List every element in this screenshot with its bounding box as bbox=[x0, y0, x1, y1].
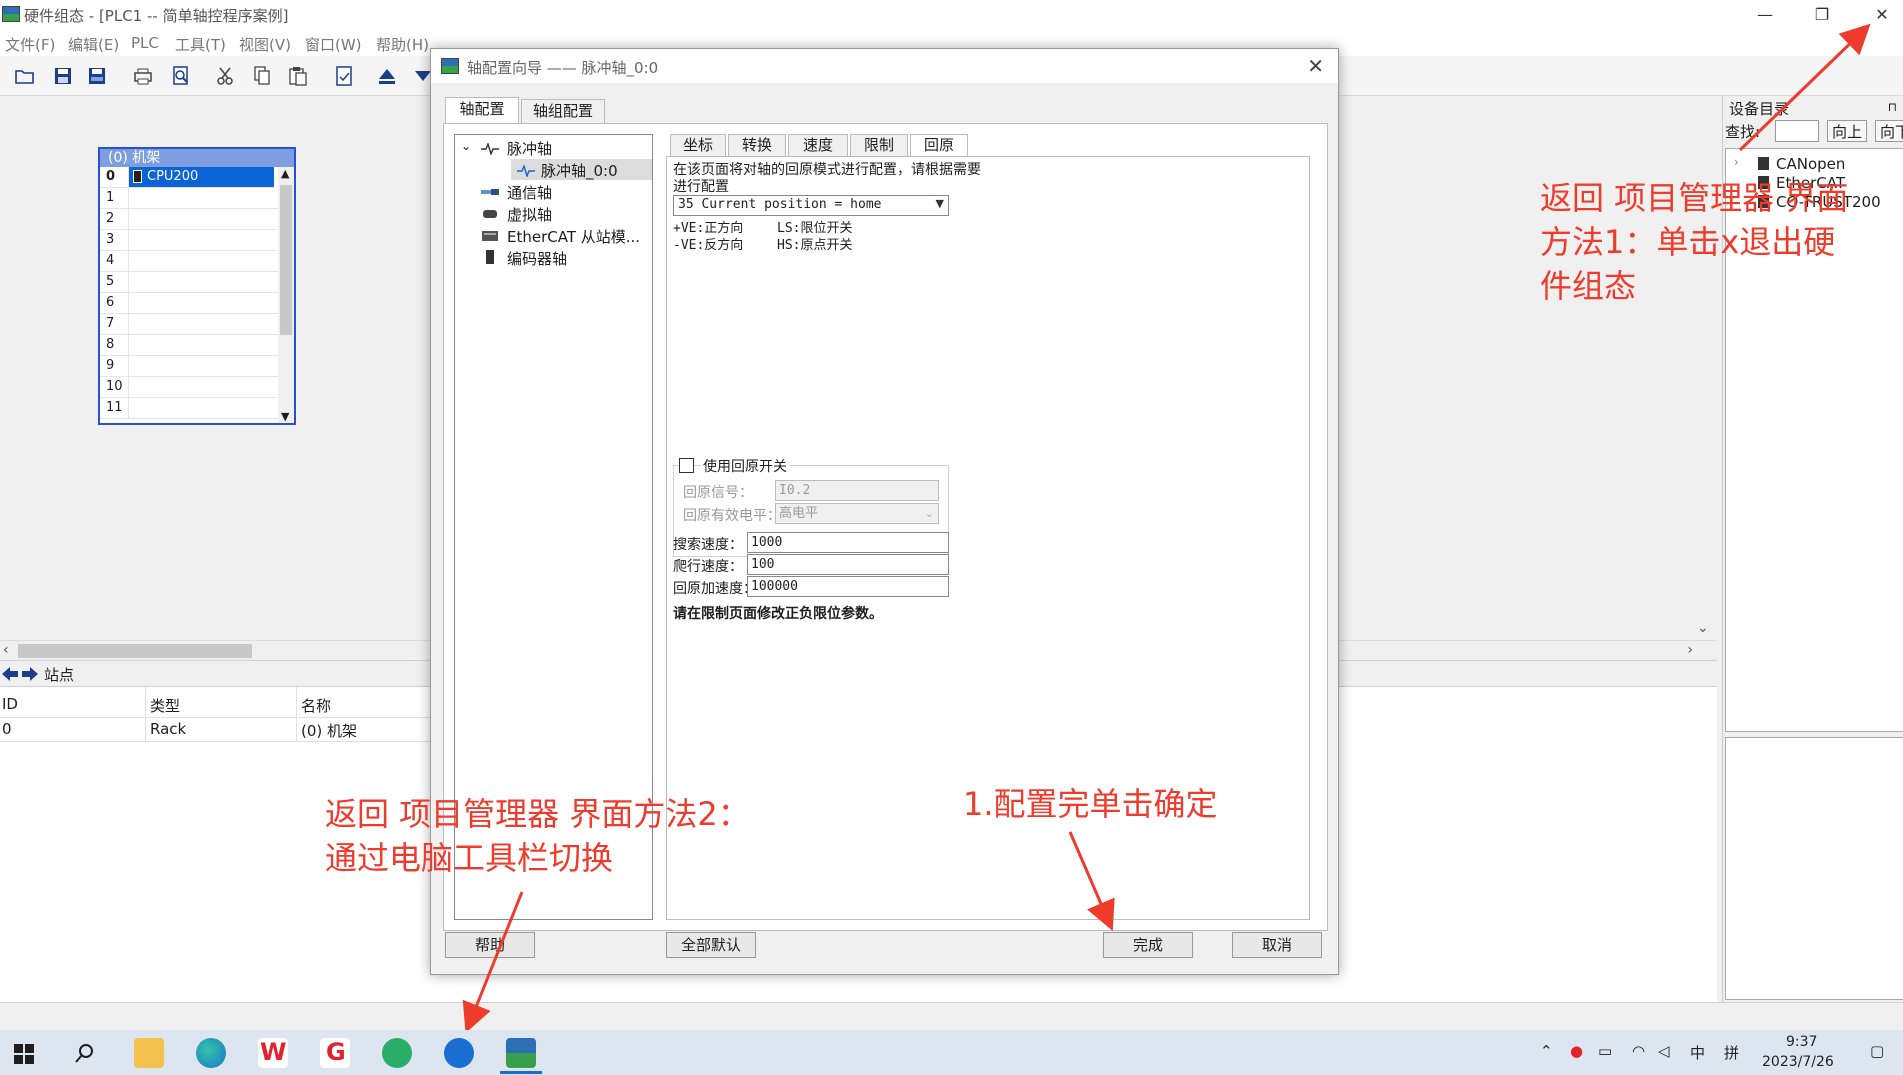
tray-expand-icon[interactable]: ⌃ bbox=[1540, 1042, 1553, 1060]
edge-browser-icon[interactable] bbox=[196, 1038, 226, 1068]
annotation-arrows bbox=[462, 23, 1871, 1034]
wechat-icon[interactable] bbox=[382, 1038, 412, 1068]
arrow-to-taskbar-icon bbox=[462, 891, 524, 1034]
active-app-indicator bbox=[500, 1071, 542, 1074]
wifi-icon[interactable]: ◠ bbox=[1632, 1042, 1645, 1060]
notification-icon[interactable]: ▢ bbox=[1870, 1042, 1884, 1060]
hardware-config-app-icon[interactable] bbox=[506, 1038, 536, 1068]
ime-indicator[interactable]: 中 bbox=[1690, 1042, 1705, 1063]
clock-date[interactable]: 2023/7/26 bbox=[1762, 1054, 1834, 1070]
file-explorer-icon[interactable] bbox=[134, 1038, 164, 1068]
arrow-to-close-icon bbox=[1738, 23, 1871, 152]
red-app-icon[interactable]: G bbox=[320, 1038, 350, 1068]
search-icon[interactable] bbox=[74, 1042, 96, 1064]
wps-icon[interactable]: W bbox=[258, 1038, 288, 1068]
ime-mode-indicator[interactable]: 拼 bbox=[1724, 1042, 1739, 1063]
windows-start-icon[interactable] bbox=[14, 1044, 34, 1064]
windows-taskbar: W G ⌃ ● ▭ ◠ ◁ 中 拼 9:37 2023/7/26 ▢ bbox=[0, 1030, 1903, 1075]
arrow-to-finish-icon bbox=[1068, 831, 1115, 932]
globe-app-icon[interactable] bbox=[444, 1038, 474, 1068]
clock-time[interactable]: 9:37 bbox=[1786, 1034, 1817, 1050]
battery-icon[interactable]: ▭ bbox=[1598, 1042, 1612, 1060]
qq-icon[interactable]: ● bbox=[1570, 1042, 1583, 1060]
volume-icon[interactable]: ◁ bbox=[1658, 1042, 1670, 1060]
